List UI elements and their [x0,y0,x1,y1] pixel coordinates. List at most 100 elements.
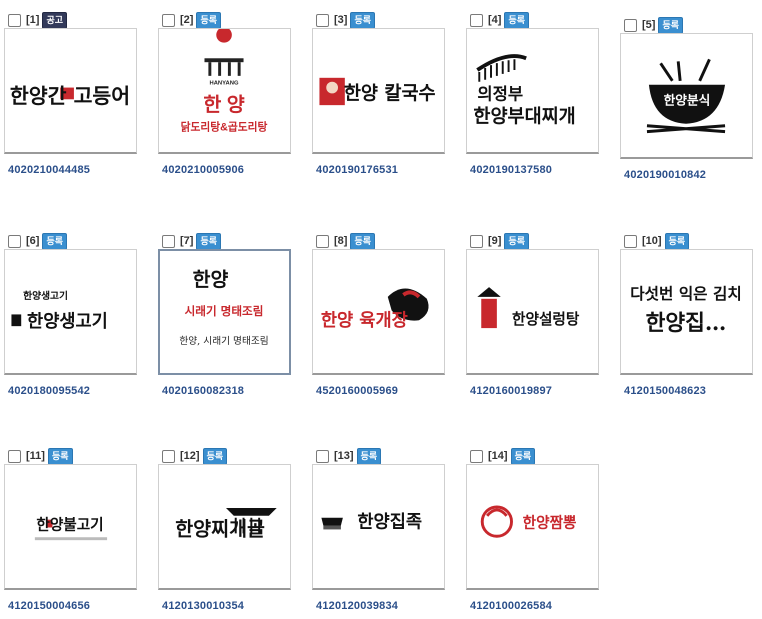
select-checkbox[interactable] [316,449,329,463]
result-index: [10] [642,235,662,247]
select-checkbox[interactable] [162,13,175,27]
svg-text:닭도리탕&곱도리탕: 닭도리탕&곱도리탕 [181,121,268,134]
trademark-image[interactable]: 한양집족 [312,464,445,590]
result-index: [14] [488,450,508,462]
svg-text:한양간 고등어: 한양간 고등어 [10,84,130,108]
registration-number[interactable]: 4120100026584 [470,600,552,612]
card-header: [5] 등록 [624,16,684,34]
logo-image: 한양설렁탕 [477,287,580,328]
card-header: [4] 등록 [470,11,530,29]
svg-text:한양 칼국수: 한양 칼국수 [344,83,436,104]
registration-number[interactable]: 4020190176531 [316,164,398,176]
status-badge: 등록 [504,232,530,250]
trademark-image[interactable]: 한양간 고등어 [4,28,137,154]
logo-image: 다섯번 익은 김치 한양집… [630,284,741,336]
card-header: [3] 등록 [316,11,376,29]
registration-number[interactable]: 4020190137580 [470,164,552,176]
result-index: [5] [642,19,656,31]
trademark-image[interactable]: 한양 육개장 [312,249,445,375]
card-header: [14] 등록 [470,447,536,465]
card-header: [11] 등록 [8,447,73,465]
registration-number[interactable]: 4020180095542 [8,385,90,397]
logo-image: 한양 칼국수 [319,77,436,106]
svg-text:한양, 시래기 명태조림: 한양, 시래기 명태조림 [179,335,268,347]
logo-image: 한양찌개골 [175,507,277,540]
svg-text:시래기 명태조림: 시래기 명태조림 [185,304,264,318]
select-checkbox[interactable] [470,234,483,248]
select-checkbox[interactable] [162,449,175,463]
status-badge: 등록 [356,447,382,465]
card-header: [10] 등록 [624,232,690,250]
logo-image: 한양불고기 [34,516,108,541]
svg-text:HANYANG: HANYANG [210,81,239,87]
trademark-image[interactable]: 한양 시래기 명태조림 한양, 시래기 명태조림 [158,249,291,375]
status-badge: 등록 [47,447,73,465]
logo-image: 한양집족 [321,512,422,532]
select-checkbox[interactable] [316,13,329,27]
select-checkbox[interactable] [8,449,21,463]
trademark-image[interactable]: 한양짬뽕 [466,464,599,590]
registration-number[interactable]: 4120130010354 [162,600,244,612]
logo-image: 한양 육개장 [321,288,429,331]
select-checkbox[interactable] [8,13,21,27]
logo-image: HANYANG 한 양 닭도리탕&곱도리탕 [181,29,268,134]
trademark-image[interactable]: 다섯번 익은 김치 한양집… [620,249,753,375]
select-checkbox[interactable] [162,234,175,248]
status-badge: 등록 [658,16,684,34]
card-header: [1] 공고 [8,11,68,29]
result-index: [3] [334,14,348,26]
trademark-image[interactable]: 한양불고기 [4,464,137,590]
registration-number[interactable]: 4520160005969 [316,385,398,397]
result-index: [2] [180,14,194,26]
registration-number[interactable]: 4020210005906 [162,164,244,176]
select-checkbox[interactable] [624,18,637,32]
card-header: [8] 등록 [316,232,376,250]
select-checkbox[interactable] [316,234,329,248]
svg-text:의정부: 의정부 [477,84,523,103]
registration-number[interactable]: 4120150048623 [624,385,706,397]
status-badge: 등록 [664,232,690,250]
result-index: [7] [180,235,194,247]
svg-text:한양: 한양 [193,268,229,291]
select-checkbox[interactable] [624,234,637,248]
trademark-image[interactable]: 한양찌개골 [158,464,291,590]
svg-text:다섯번 익은 김치: 다섯번 익은 김치 [630,284,741,303]
trademark-image[interactable]: 한양생고기 한양생고기 [4,249,137,375]
trademark-image[interactable]: HANYANG 한 양 닭도리탕&곱도리탕 [158,28,291,154]
logo-image: 한양분식 [646,58,726,134]
result-index: [8] [334,235,348,247]
trademark-image[interactable]: 한양설렁탕 [466,249,599,375]
svg-text:한양집…: 한양집… [646,311,727,336]
card-header: [9] 등록 [470,232,530,250]
registration-number[interactable]: 4120160019897 [470,385,552,397]
trademark-image[interactable]: 한양분식 [620,33,753,159]
registration-number[interactable]: 4120120039834 [316,600,398,612]
select-checkbox[interactable] [470,13,483,27]
registration-number[interactable]: 4020210044485 [8,164,90,176]
registration-number[interactable]: 4020190010842 [624,169,706,181]
result-index: [13] [334,450,354,462]
status-badge: 등록 [196,11,222,29]
svg-text:한양짬뽕: 한양짬뽕 [523,513,577,531]
svg-text:한양설렁탕: 한양설렁탕 [512,310,580,328]
svg-text:한양집족: 한양집족 [357,512,422,532]
status-badge: 공고 [42,11,68,29]
trademark-image[interactable]: 한양 칼국수 [312,28,445,154]
select-checkbox[interactable] [470,449,483,463]
status-badge: 등록 [510,447,536,465]
registration-number[interactable]: 4020160082318 [162,385,244,397]
svg-text:한양 육개장: 한양 육개장 [321,311,408,331]
status-badge: 등록 [350,232,376,250]
status-badge: 등록 [350,11,376,29]
logo-image: 의정부 한양부대찌개 [473,54,576,127]
status-badge: 등록 [504,11,530,29]
svg-text:한양분식: 한양분식 [664,92,711,107]
registration-number[interactable]: 4120150004656 [8,600,90,612]
select-checkbox[interactable] [8,234,21,248]
result-index: [1] [26,14,40,26]
svg-text:한양찌개골: 한양찌개골 [175,517,265,540]
svg-text:한 양: 한 양 [203,94,244,116]
svg-text:한양부대찌개: 한양부대찌개 [473,106,575,127]
trademark-image[interactable]: 의정부 한양부대찌개 [466,28,599,154]
status-badge: 등록 [202,447,228,465]
